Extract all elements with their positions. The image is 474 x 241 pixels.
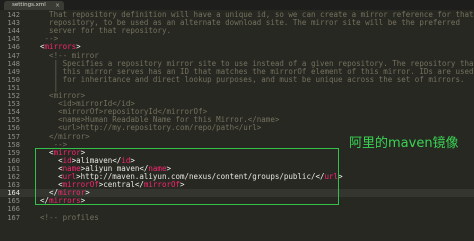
token-comment: | for inheritance and direct lookup purp… <box>31 74 465 84</box>
line-number: 161 <box>7 164 20 173</box>
line-number: 167 <box>7 213 20 222</box>
tab-bar: settings.xml × <box>0 0 474 10</box>
line-number: 143 <box>7 19 20 28</box>
code-editor[interactable]: 142 That repository definition will have… <box>0 10 474 241</box>
line-number: 154 <box>7 108 20 117</box>
code-line[interactable]: 144 server for that repository. <box>0 27 474 36</box>
code-line[interactable]: 150 | for inheritance and direct lookup … <box>0 74 474 84</box>
tab-settings-xml[interactable]: settings.xml × <box>4 1 64 10</box>
line-number: 150 <box>7 75 20 84</box>
line-number: 148 <box>7 59 20 68</box>
line-number: 159 <box>7 148 20 157</box>
line-text: <!-- profiles <box>31 212 99 222</box>
line-number: 146 <box>7 43 20 52</box>
line-number: 156 <box>7 124 20 133</box>
line-number: 162 <box>7 173 20 181</box>
line-number: 166 <box>7 205 20 214</box>
code-line[interactable]: 167 <!-- profiles <box>0 212 474 222</box>
token-comment: <!-- profiles <box>31 212 99 222</box>
line-number: 160 <box>7 156 20 165</box>
annotation-label: 阿里的maven镜像 <box>349 136 459 151</box>
line-number: 165 <box>7 197 20 206</box>
line-number: 149 <box>7 67 20 76</box>
tab-label: settings.xml <box>12 2 46 8</box>
line-number: 155 <box>7 116 20 125</box>
line-number: 164 <box>7 189 20 198</box>
line-number: 163 <box>7 181 20 190</box>
line-number: 158 <box>7 140 20 149</box>
highlight-box <box>35 148 339 205</box>
line-text: | for inheritance and direct lookup purp… <box>31 74 465 84</box>
line-number: 147 <box>7 51 20 60</box>
line-number: 151 <box>7 83 20 92</box>
line-number: 153 <box>7 100 20 109</box>
close-icon[interactable]: × <box>55 1 60 10</box>
line-number: 145 <box>7 35 20 44</box>
line-number: 142 <box>7 11 20 19</box>
line-number: 157 <box>7 132 20 141</box>
line-number: 144 <box>7 27 20 36</box>
editor-window: settings.xml × 142 That repository defin… <box>0 0 474 241</box>
line-number: 152 <box>7 92 20 100</box>
